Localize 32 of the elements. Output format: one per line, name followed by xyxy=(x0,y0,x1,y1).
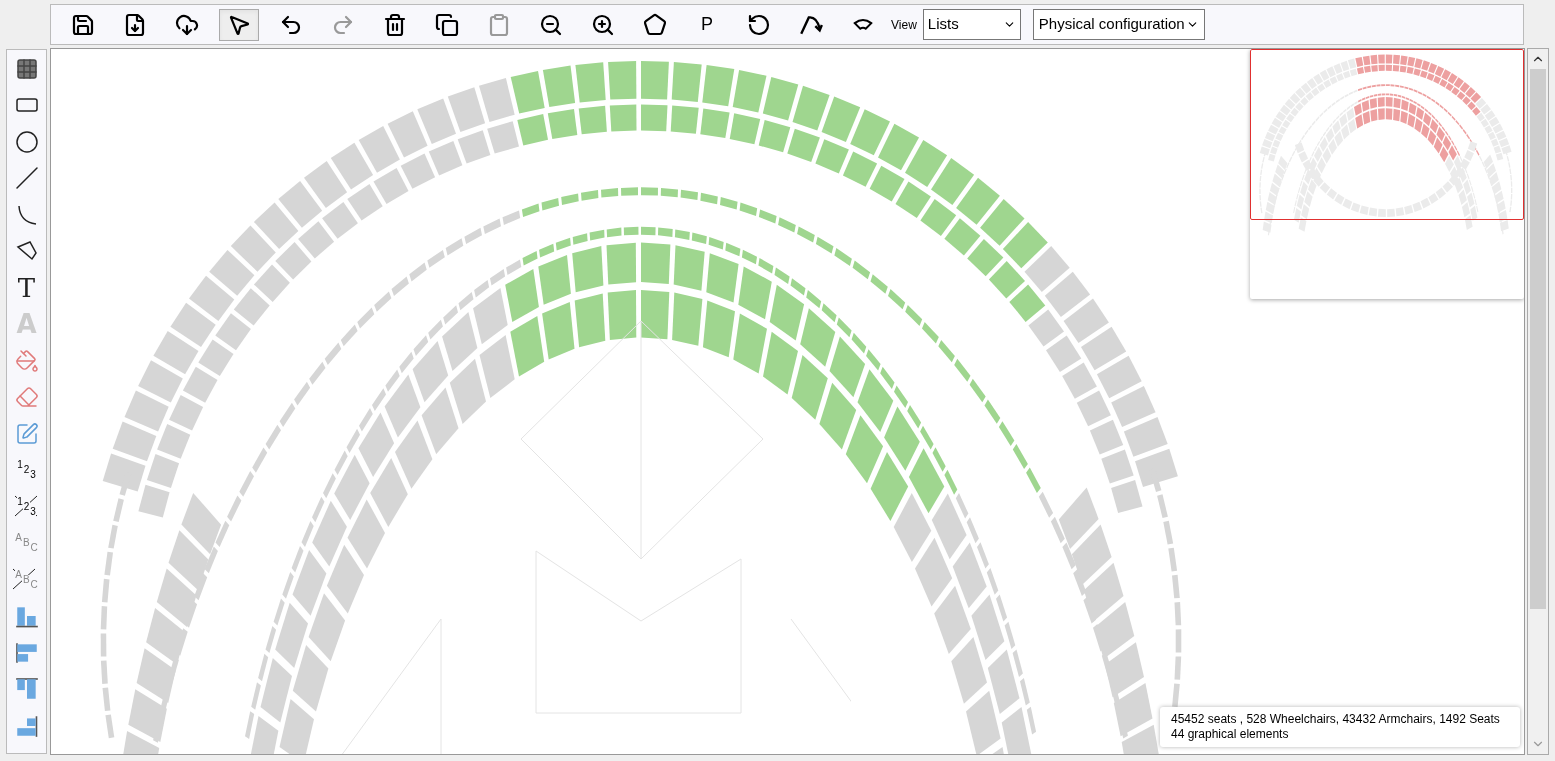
copy-icon xyxy=(435,12,459,37)
file-download-icon xyxy=(123,12,147,37)
cloud-download-icon xyxy=(175,12,199,37)
save-icon xyxy=(71,12,95,37)
polygon-icon xyxy=(14,239,39,263)
grid-icon xyxy=(14,56,39,81)
numbering-tool[interactable]: 123 xyxy=(11,455,42,485)
zoom-out-icon xyxy=(539,12,563,37)
paint-bucket-icon xyxy=(14,348,39,373)
pentagon-icon xyxy=(643,12,667,37)
status-text: 45452 seats , 528 Wheelchairs, 43432 Armchairs, 1492 Seats xyxy=(1171,712,1501,727)
rotate-icon xyxy=(747,12,771,37)
view-label: View xyxy=(891,16,917,34)
edit-icon xyxy=(14,421,39,446)
remove-numbering-tool[interactable]: 123 xyxy=(11,492,42,521)
status-text: 44 graphical elements xyxy=(1171,727,1290,742)
p-button[interactable]: P xyxy=(687,8,727,41)
trash-icon xyxy=(383,12,407,37)
text-tool[interactable]: T xyxy=(11,273,42,302)
eraser-icon xyxy=(14,385,39,409)
bar-chart-icon xyxy=(13,676,40,702)
scrollbar[interactable] xyxy=(1527,48,1549,755)
lettering-tool[interactable]: ABC xyxy=(11,528,42,558)
remove-lettering-tool[interactable]: ABC xyxy=(11,565,42,594)
ellipse-icon xyxy=(14,129,39,154)
configuration-select[interactable]: Physical configuration xyxy=(1032,9,1205,40)
view-select[interactable]: Lists xyxy=(922,9,1021,40)
zoom-in-icon xyxy=(591,12,615,37)
select-tool-button[interactable] xyxy=(219,8,259,41)
clipboard-icon xyxy=(487,12,511,37)
line-icon xyxy=(14,166,39,190)
scrollbar-thumb[interactable] xyxy=(1530,69,1546,609)
